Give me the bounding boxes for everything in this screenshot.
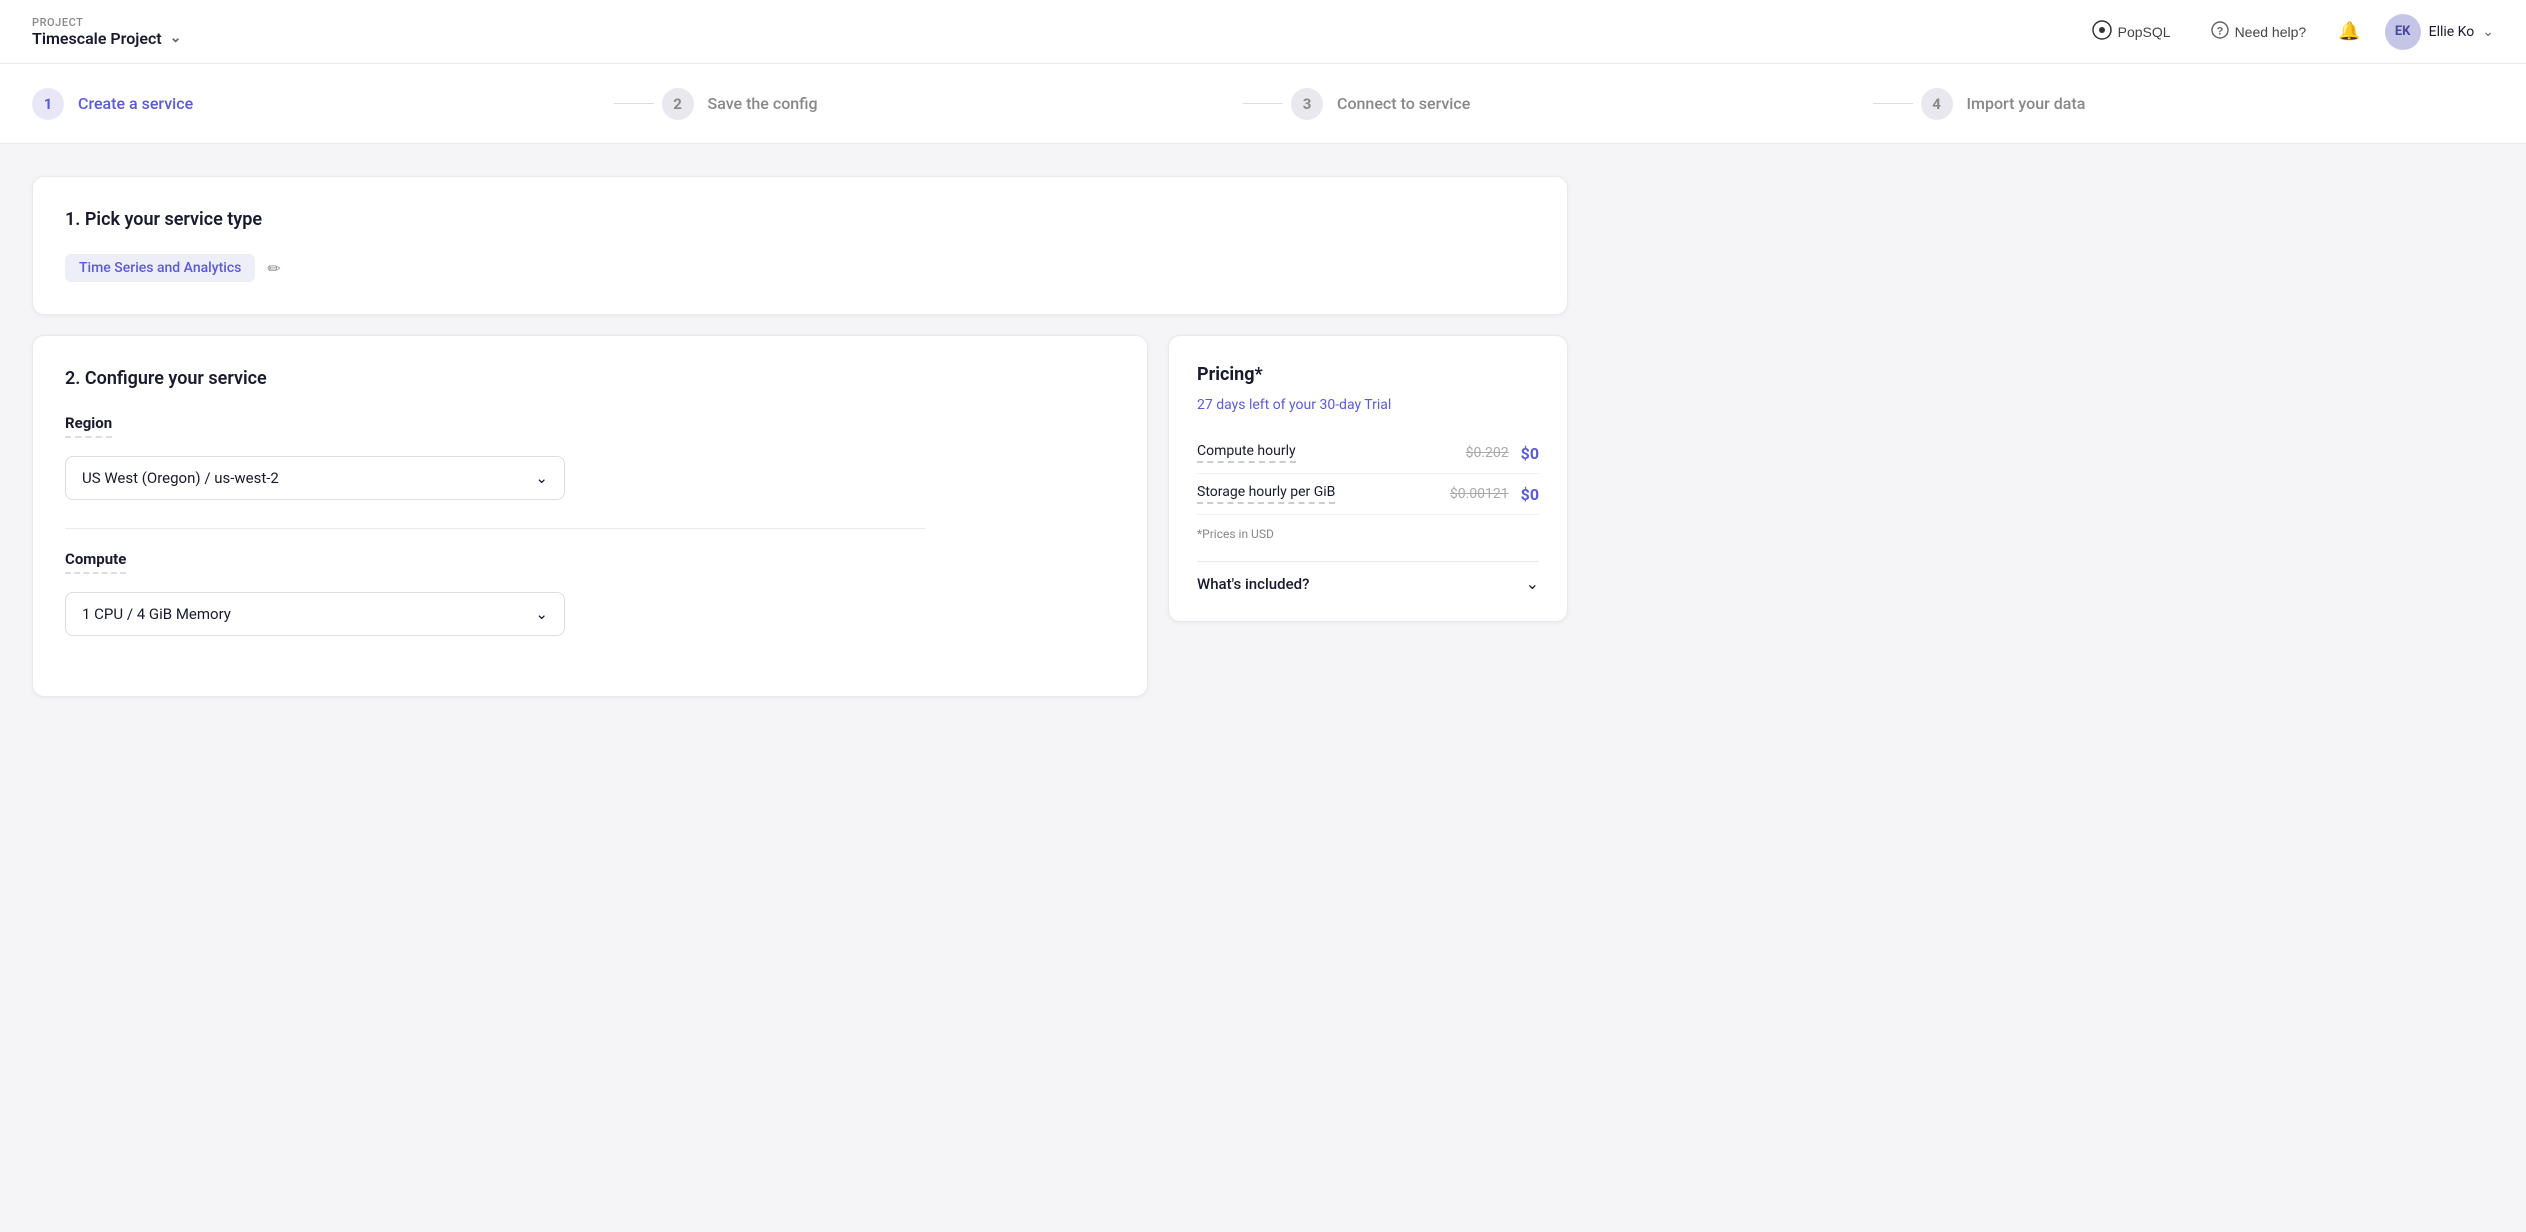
field-divider [65, 528, 925, 529]
step-1-number: 1 [32, 88, 64, 120]
configure-card: 2. Configure your service Region US West… [32, 335, 1148, 697]
project-selector[interactable]: Timescale Project ⌄ [32, 29, 181, 48]
popsql-label: PopSQL [2118, 24, 2171, 40]
whats-included-chevron-icon: ⌄ [1526, 574, 1539, 593]
service-type-row: Time Series and Analytics ✏ [65, 254, 1535, 282]
compute-pricing-row: Compute hourly $0.202 $0 [1197, 433, 1539, 474]
region-label: Region [65, 414, 112, 438]
pricing-card: Pricing* 27 days left of your 30-day Tri… [1168, 335, 1568, 622]
storage-price-new: $0 [1521, 485, 1539, 504]
pick-service-card: 1. Pick your service type Time Series an… [32, 176, 1568, 315]
project-name-text: Timescale Project [32, 29, 162, 48]
step-divider-1 [614, 103, 654, 104]
edit-icon[interactable]: ✏ [267, 259, 280, 278]
compute-chevron-icon: ⌄ [535, 605, 548, 623]
service-type-badge: Time Series and Analytics [65, 254, 255, 282]
step-2[interactable]: 2 Save the config [662, 88, 1236, 120]
help-button[interactable]: ? Need help? [2203, 17, 2315, 46]
region-dropdown[interactable]: US West (Oregon) / us-west-2 ⌄ [65, 456, 565, 500]
region-chevron-icon: ⌄ [535, 469, 548, 487]
compute-price-new: $0 [1521, 444, 1539, 463]
step-1-label: Create a service [78, 94, 193, 113]
step-divider-2 [1243, 103, 1283, 104]
step-2-number: 2 [662, 88, 694, 120]
notification-bell-icon[interactable]: 🔔 [2338, 21, 2360, 42]
popsql-button[interactable]: PopSQL [2084, 16, 2179, 47]
storage-price-original: $0.00121 [1450, 486, 1509, 502]
avatar: EK [2385, 14, 2421, 50]
pick-service-title: 1. Pick your service type [65, 209, 1535, 230]
storage-pricing-label: Storage hourly per GiB [1197, 484, 1335, 504]
step-3[interactable]: 3 Connect to service [1291, 88, 1865, 120]
step-divider-3 [1873, 103, 1913, 104]
compute-price-original: $0.202 [1466, 445, 1509, 461]
storage-pricing-row: Storage hourly per GiB $0.00121 $0 [1197, 474, 1539, 515]
project-chevron-icon: ⌄ [170, 30, 182, 46]
trial-text: 27 days left of your 30-day Trial [1197, 397, 1539, 413]
step-4[interactable]: 4 Import your data [1921, 88, 2495, 120]
stepper: 1 Create a service 2 Save the config 3 C… [0, 64, 2526, 144]
pricing-title: Pricing* [1197, 364, 1539, 385]
configure-title: 2. Configure your service [65, 368, 1115, 389]
compute-pricing-label: Compute hourly [1197, 443, 1296, 463]
step-4-label: Import your data [1967, 94, 2086, 113]
popsql-icon [2092, 20, 2112, 43]
region-field-group: Region US West (Oregon) / us-west-2 ⌄ [65, 413, 1115, 500]
compute-value: 1 CPU / 4 GiB Memory [82, 605, 231, 623]
storage-pricing-values: $0.00121 $0 [1450, 485, 1539, 504]
user-menu[interactable]: EK Ellie Ko ⌄ [2385, 14, 2494, 50]
step-1[interactable]: 1 Create a service [32, 88, 606, 120]
user-name: Ellie Ko [2429, 24, 2475, 40]
compute-label: Compute [65, 550, 126, 574]
step-3-number: 3 [1291, 88, 1323, 120]
project-label: PROJECT [32, 16, 181, 29]
svg-text:?: ? [2216, 26, 2223, 38]
project-info: PROJECT Timescale Project ⌄ [32, 16, 181, 48]
header-actions: PopSQL ? Need help? 🔔 EK Ellie Ko ⌄ [2084, 14, 2494, 50]
step-4-number: 4 [1921, 88, 1953, 120]
help-label: Need help? [2235, 24, 2307, 40]
help-icon: ? [2211, 21, 2229, 42]
two-col-layout: 2. Configure your service Region US West… [32, 335, 1568, 697]
user-menu-chevron-icon: ⌄ [2482, 24, 2494, 40]
whats-included-label: What's included? [1197, 575, 1309, 593]
compute-pricing-values: $0.202 $0 [1466, 444, 1539, 463]
header: PROJECT Timescale Project ⌄ PopSQL ? N [0, 0, 2526, 64]
region-value: US West (Oregon) / us-west-2 [82, 469, 279, 487]
whats-included-section[interactable]: What's included? ⌄ [1197, 561, 1539, 593]
step-2-label: Save the config [708, 94, 818, 113]
prices-note: *Prices in USD [1197, 527, 1539, 541]
step-3-label: Connect to service [1337, 94, 1470, 113]
compute-field-group: Compute 1 CPU / 4 GiB Memory ⌄ [65, 549, 1115, 636]
main-content: 1. Pick your service type Time Series an… [0, 144, 1600, 729]
compute-dropdown[interactable]: 1 CPU / 4 GiB Memory ⌄ [65, 592, 565, 636]
